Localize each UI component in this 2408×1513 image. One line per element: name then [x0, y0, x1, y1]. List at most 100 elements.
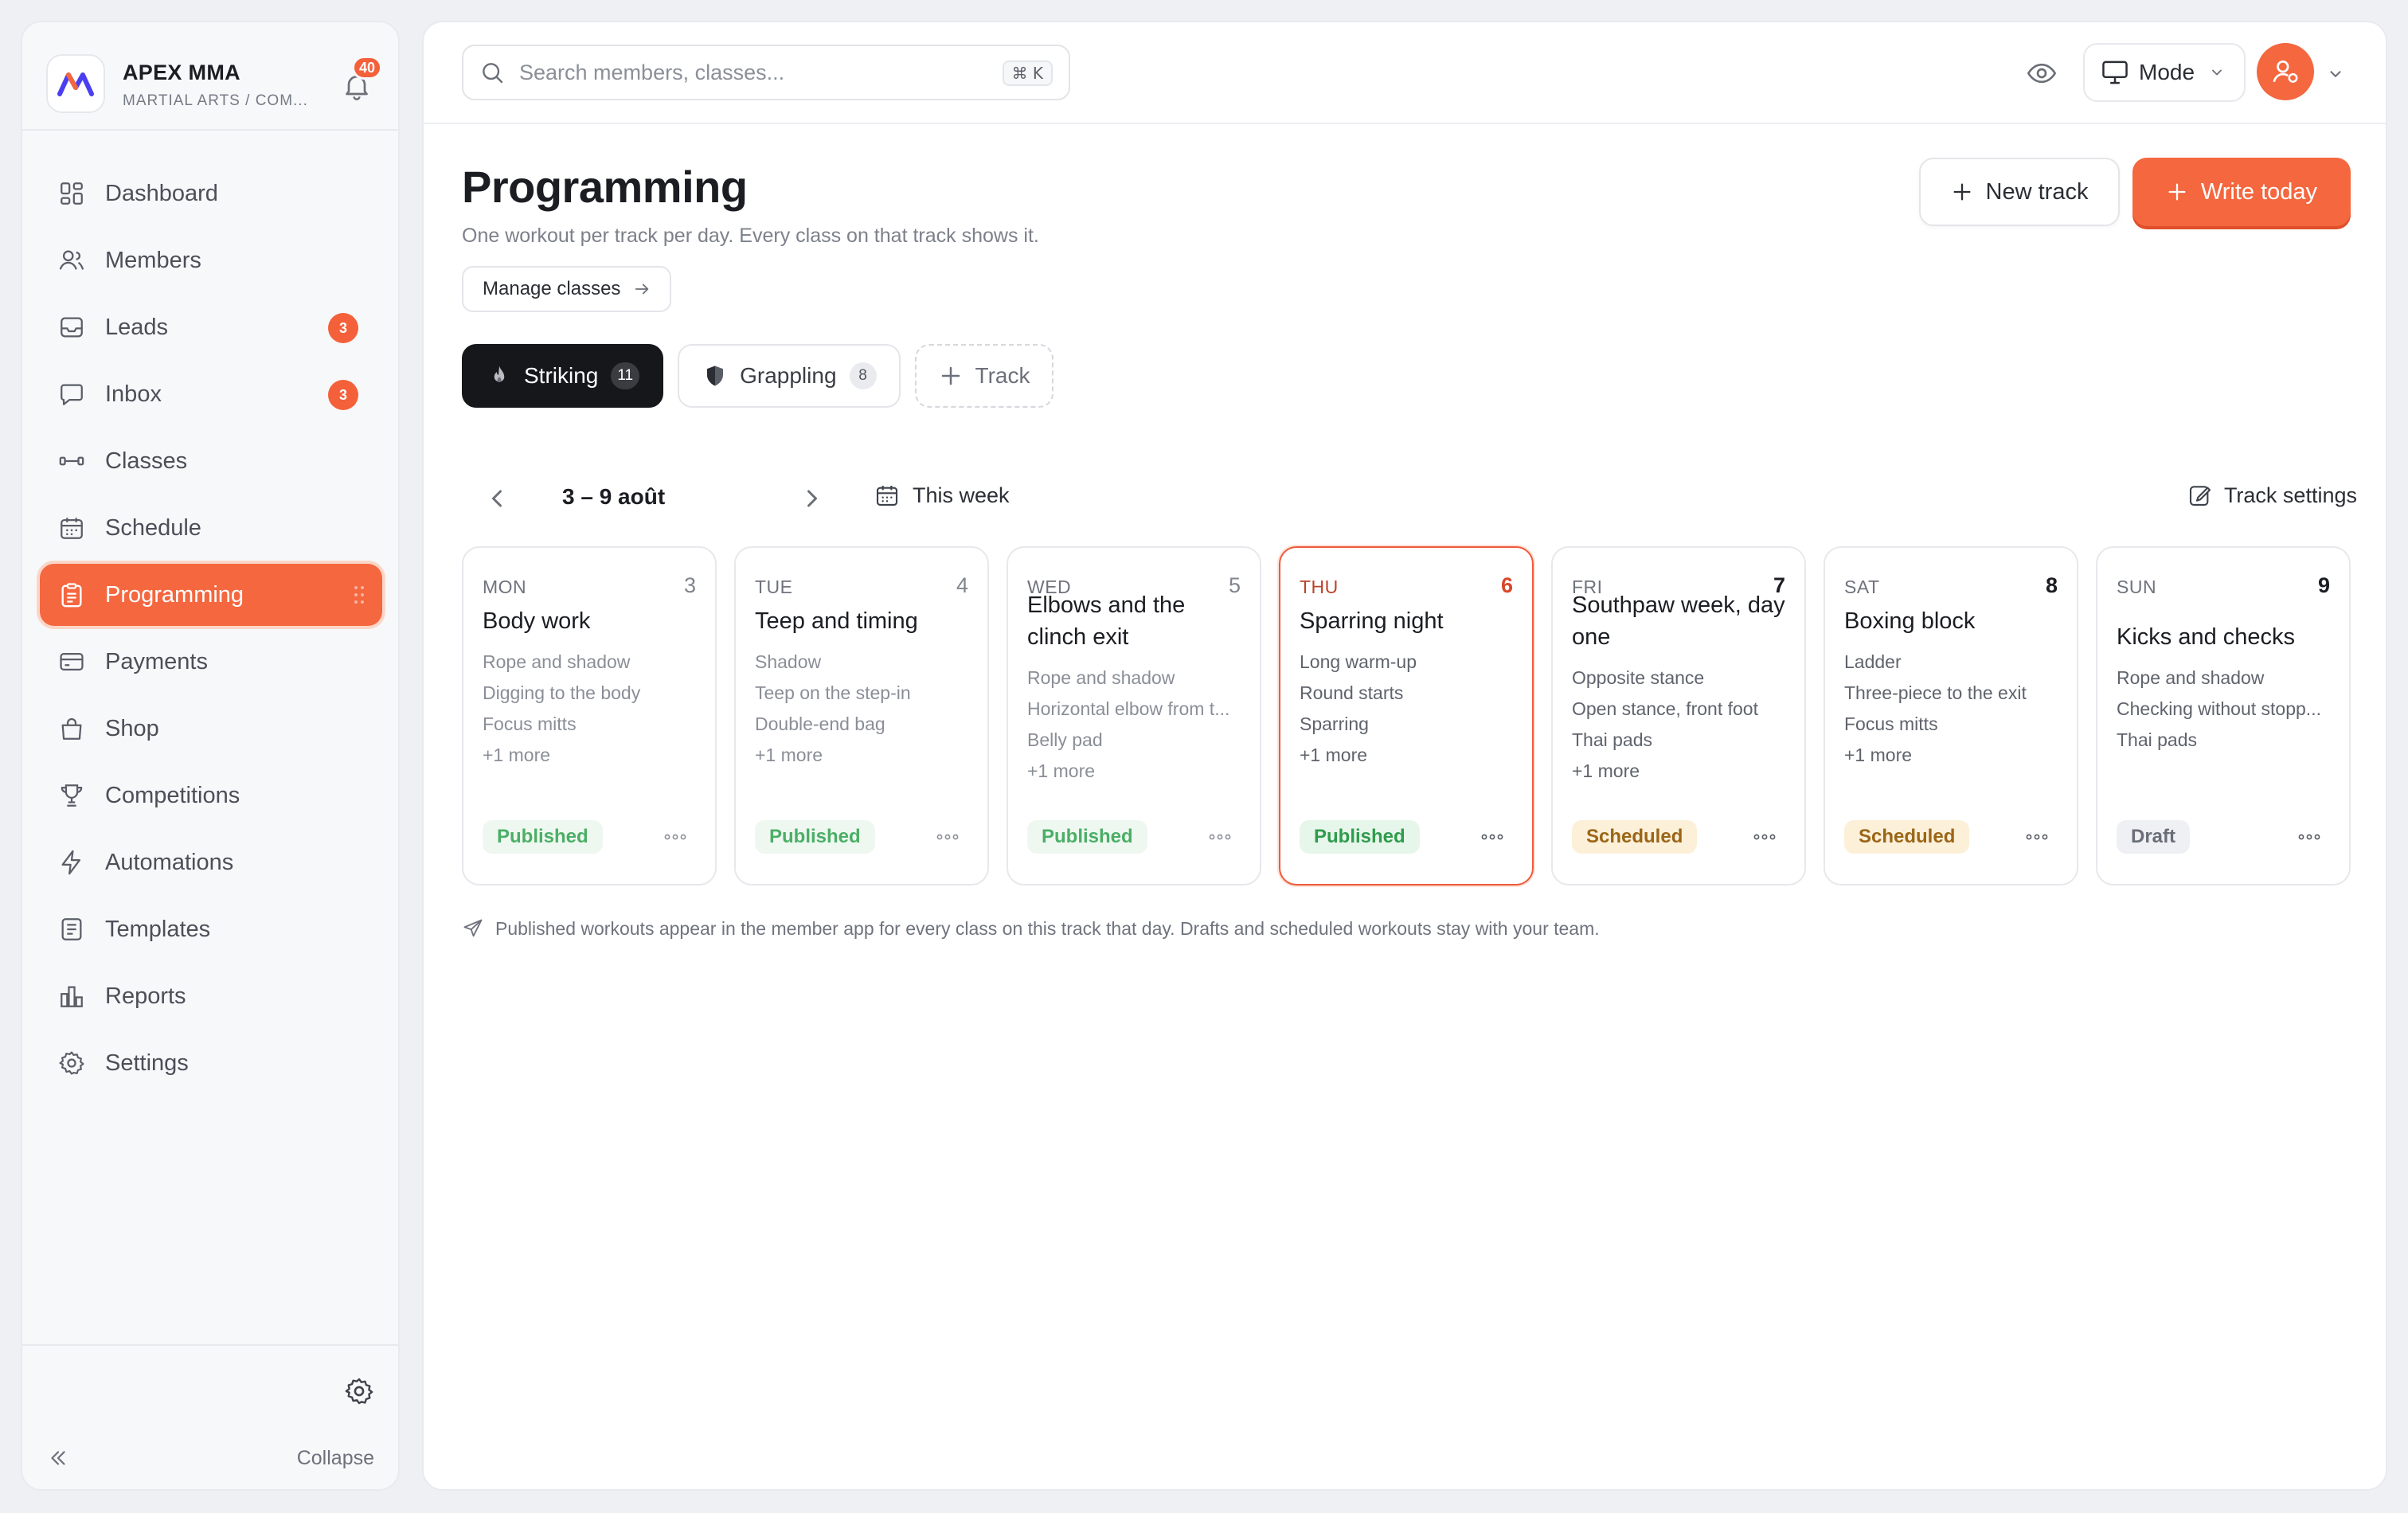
- workout-block: Teep on the step-in: [755, 682, 911, 703]
- sidebar-bottom-divider: [22, 1344, 398, 1346]
- more-options-icon[interactable]: [2024, 828, 2050, 846]
- tab-label: Striking: [524, 363, 599, 388]
- write-today-label: Write today: [2200, 178, 2318, 205]
- sidebar-settings-button[interactable]: [344, 1376, 376, 1408]
- sidebar-nav: Dashboard Members Leads 3 Inbox 3 Classe…: [40, 162, 382, 1099]
- workout-title: Sparring night: [1300, 608, 1444, 634]
- search-placeholder: Search members, classes...: [519, 60, 785, 84]
- gear-icon: [57, 1049, 86, 1077]
- day-card-thu[interactable]: THU 6 Sparring night Long warm-up Round …: [1279, 546, 1534, 886]
- users-icon: [57, 246, 86, 275]
- inbox-tray-icon: [57, 313, 86, 342]
- more-options-icon[interactable]: [2297, 828, 2322, 846]
- status-badge: Draft: [2117, 820, 2191, 854]
- sidebar-item-automations[interactable]: Automations: [40, 831, 382, 893]
- flame-icon: [494, 366, 505, 383]
- sidebar-item-competitions[interactable]: Competitions: [40, 764, 382, 827]
- mode-dropdown[interactable]: Mode: [2083, 43, 2246, 102]
- workout-block: Thai pads: [1572, 729, 1653, 750]
- workout-block: Focus mitts: [1844, 713, 1938, 734]
- plus-icon: [1953, 183, 1971, 201]
- sidebar-item-inbox[interactable]: Inbox 3: [40, 363, 382, 425]
- week-days: MON 3 Body work Rope and shadow Digging …: [462, 546, 2351, 886]
- tab-count-badge: 11: [611, 362, 640, 389]
- sidebar-item-label: Classes: [105, 448, 188, 474]
- workout-title: Boxing block: [1844, 608, 1976, 634]
- sidebar-item-reports[interactable]: Reports: [40, 965, 382, 1027]
- day-card-sat[interactable]: SAT 8 Boxing block Ladder Three-piece to…: [1824, 546, 2078, 886]
- sidebar-item-label: Leads: [105, 314, 169, 340]
- workout-block: Horizontal elbow from t...: [1027, 698, 1230, 719]
- sidebar-item-schedule[interactable]: Schedule: [40, 497, 382, 559]
- sidebar-item-settings[interactable]: Settings: [40, 1032, 382, 1094]
- workout-title: Teep and timing: [755, 608, 918, 634]
- add-track-button[interactable]: Track: [914, 344, 1054, 408]
- tab-striking[interactable]: Striking 11: [462, 344, 664, 408]
- day-card-mon[interactable]: MON 3 Body work Rope and shadow Digging …: [462, 546, 717, 886]
- more-options-icon[interactable]: [935, 828, 960, 846]
- search-shortcut-hint: ⌘ K: [1002, 61, 1053, 86]
- new-track-label: New track: [1985, 178, 2089, 205]
- sidebar-item-label: Reports: [105, 983, 186, 1009]
- trophy-icon: [57, 781, 86, 810]
- sidebar-item-dashboard[interactable]: Dashboard: [40, 162, 382, 225]
- more-options-icon[interactable]: [1480, 828, 1505, 846]
- sidebar-item-label: Schedule: [105, 514, 201, 541]
- more-options-icon[interactable]: [1752, 828, 1777, 846]
- more-blocks: +1 more: [483, 745, 551, 765]
- status-badge: Scheduled: [1844, 820, 1970, 854]
- day-card-fri[interactable]: FRI 7 Southpaw week, day one Opposite st…: [1551, 546, 1806, 886]
- more-options-icon[interactable]: [1207, 828, 1233, 846]
- brand-logo: [46, 54, 105, 113]
- arrow-right-icon: [635, 283, 649, 295]
- day-card-tue[interactable]: TUE 4 Teep and timing Shadow Teep on the…: [734, 546, 989, 886]
- write-today-button[interactable]: Write today: [2132, 158, 2351, 226]
- search-input[interactable]: Search members, classes... ⌘ K: [462, 45, 1070, 100]
- workout-summary: Body work Rope and shadow Digging to the…: [483, 548, 696, 787]
- publishing-note: Published workouts appear in the member …: [462, 917, 1600, 940]
- track-tabs: Striking 11 Grappling 8 Track: [462, 344, 1054, 409]
- tab-grappling[interactable]: Grappling 8: [678, 344, 901, 408]
- user-settings-icon: [2273, 60, 2298, 83]
- chevron-left-icon[interactable]: [483, 484, 511, 513]
- sidebar-item-classes[interactable]: Classes: [40, 430, 382, 492]
- status-badge: Published: [755, 820, 875, 854]
- workout-block: Shadow: [755, 651, 822, 672]
- manage-classes-button[interactable]: Manage classes: [462, 266, 672, 312]
- sidebar-item-members[interactable]: Members: [40, 229, 382, 291]
- eye-icon: [2027, 63, 2057, 84]
- sidebar-item-payments[interactable]: Payments: [40, 631, 382, 693]
- track-settings-label: Track settings: [2223, 483, 2357, 507]
- day-card-wed[interactable]: WED 5 Elbows and the clinch exit Rope an…: [1007, 546, 1261, 886]
- avatar[interactable]: [2257, 43, 2314, 100]
- preview-button[interactable]: [2026, 57, 2061, 89]
- sidebar-item-leads[interactable]: Leads 3: [40, 296, 382, 358]
- chevron-down-icon[interactable]: [2327, 65, 2344, 83]
- apex-logo-icon: [57, 72, 94, 96]
- sidebar-item-label: Settings: [105, 1050, 189, 1076]
- more-blocks: +1 more: [1844, 745, 1913, 765]
- notifications-button[interactable]: 40: [338, 56, 382, 104]
- plus-icon: [941, 366, 960, 385]
- chevron-right-icon[interactable]: [798, 484, 827, 513]
- brand-name: APEX MMA: [123, 61, 240, 84]
- mode-label: Mode: [2139, 60, 2195, 84]
- more-options-icon[interactable]: [663, 828, 688, 846]
- sidebar-item-label: Payments: [105, 648, 208, 674]
- lightning-icon: [57, 848, 86, 877]
- sidebar-item-shop[interactable]: Shop: [40, 698, 382, 760]
- new-track-button[interactable]: New track: [1919, 158, 2120, 226]
- day-card-sun[interactable]: SUN 9 Kicks and checks Rope and shadow C…: [2096, 546, 2351, 886]
- workout-summary: Boxing block Ladder Three-piece to the e…: [1844, 548, 2058, 787]
- more-blocks: +1 more: [755, 745, 823, 765]
- collapse-sidebar-button[interactable]: Collapse: [46, 1440, 374, 1476]
- dumbbell-icon: [57, 447, 86, 475]
- brand-header[interactable]: APEX MMA MARTIAL ARTS / COM... 40: [46, 45, 382, 124]
- sidebar-item-programming[interactable]: Programming: [40, 564, 382, 626]
- drag-handle-icon[interactable]: [354, 584, 365, 605]
- sidebar-item-templates[interactable]: Templates: [40, 898, 382, 960]
- this-week-button[interactable]: This week: [874, 483, 1010, 508]
- status-badge: Scheduled: [1572, 820, 1698, 854]
- track-settings-button[interactable]: Track settings: [2187, 483, 2357, 508]
- workout-block: Ladder: [1844, 651, 1902, 672]
